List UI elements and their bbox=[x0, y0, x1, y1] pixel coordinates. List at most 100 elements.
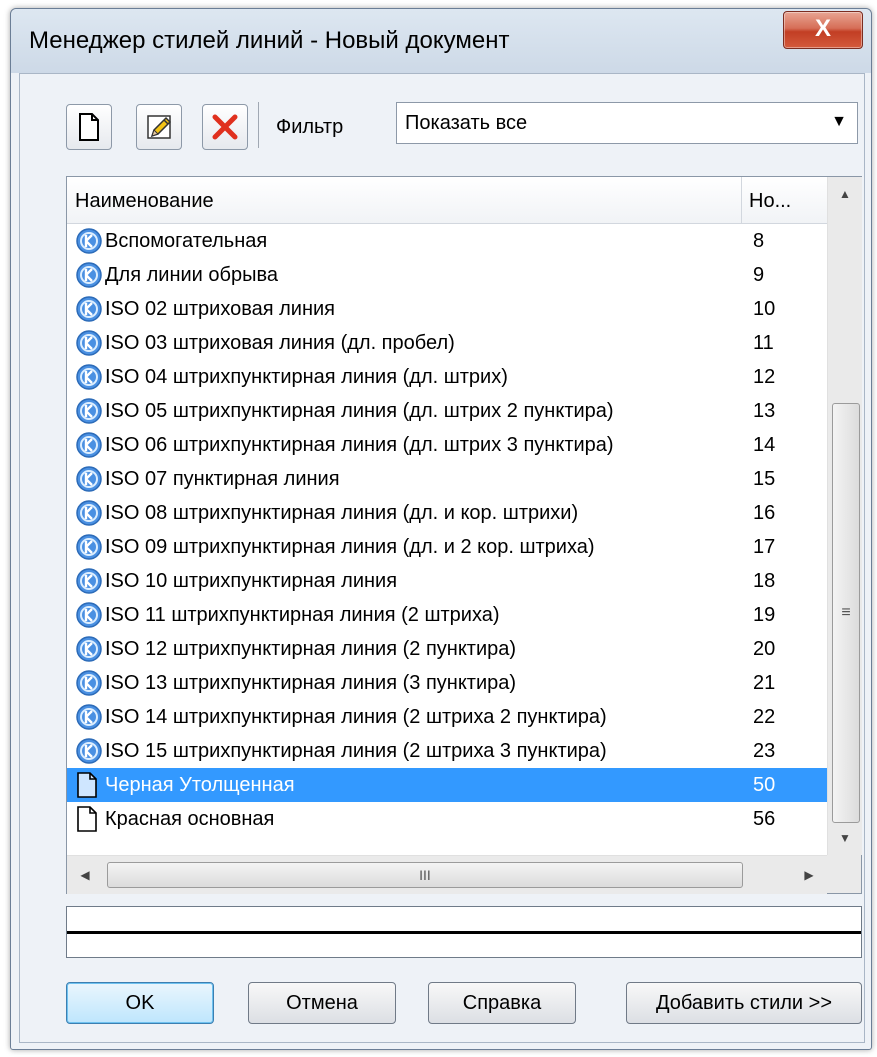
scroll-right-icon[interactable]: ▶ bbox=[791, 856, 827, 894]
delete-style-button[interactable] bbox=[202, 104, 248, 150]
toolbar-separator bbox=[258, 102, 259, 148]
list-item[interactable]: ISO 08 штрихпунктирная линия (дл. и кор.… bbox=[67, 496, 827, 530]
window-title: Менеджер стилей линий - Новый документ bbox=[29, 27, 510, 54]
line-style-manager-dialog: Менеджер стилей линий - Новый документ X bbox=[10, 8, 872, 1050]
list-item-name: ISO 10 штрихпунктирная линия bbox=[105, 570, 398, 592]
list-item-number: 18 bbox=[753, 570, 776, 592]
list-item[interactable]: Для линии обрыва 9 bbox=[67, 258, 827, 292]
vertical-scrollbar[interactable]: ▲ ≡ ▼ bbox=[827, 177, 862, 855]
list-item-name: ISO 14 штрихпунктирная линия (2 штриха 2… bbox=[105, 706, 607, 728]
scroll-grip-icon: III bbox=[419, 867, 431, 883]
scroll-down-icon[interactable]: ▼ bbox=[828, 821, 862, 855]
list-item-number: 22 bbox=[753, 706, 776, 728]
kompas-style-icon bbox=[75, 601, 103, 629]
list-rows: Вспомогательная 8 Для линии обрыва 9 ISO 02 … bbox=[67, 224, 827, 836]
line-styles-list[interactable]: Наименование Но... Вспомогательная 8 Для л… bbox=[66, 176, 862, 894]
column-header-number-label: Но... bbox=[749, 190, 792, 212]
list-item-name: ISO 02 штриховая линия bbox=[105, 298, 336, 320]
close-button[interactable]: X bbox=[783, 11, 863, 49]
kompas-style-icon bbox=[75, 431, 103, 459]
kompas-style-icon bbox=[75, 261, 103, 289]
column-header-number[interactable]: Но... bbox=[741, 177, 827, 223]
kompas-style-icon bbox=[75, 465, 103, 493]
list-item[interactable]: Черная Утолщенная 50 bbox=[67, 768, 827, 802]
list-item-name: ISO 06 штрихпунктирная линия (дл. штрих … bbox=[105, 434, 614, 456]
help-button[interactable]: Справка bbox=[428, 982, 576, 1024]
horizontal-scroll-thumb[interactable]: III bbox=[107, 862, 743, 888]
new-document-icon bbox=[79, 113, 99, 141]
list-item-name: Для линии обрыва bbox=[105, 264, 278, 286]
column-header-name[interactable]: Наименование bbox=[67, 177, 742, 223]
list-item[interactable]: Вспомогательная 8 bbox=[67, 224, 827, 258]
list-item[interactable]: ISO 11 штрихпунктирная линия (2 штриха) 1… bbox=[67, 598, 827, 632]
dropdown-arrow-icon[interactable]: ▼ bbox=[831, 113, 847, 131]
list-item[interactable]: ISO 09 штрихпунктирная линия (дл. и 2 ко… bbox=[67, 530, 827, 564]
list-item-number: 12 bbox=[753, 366, 776, 388]
list-item-number: 50 bbox=[753, 774, 776, 796]
list-item[interactable]: ISO 15 штрихпунктирная линия (2 штриха 3… bbox=[67, 734, 827, 768]
list-item[interactable]: ISO 07 пунктирная линия 15 bbox=[67, 462, 827, 496]
list-item-number: 17 bbox=[753, 536, 776, 558]
list-item[interactable]: ISO 02 штриховая линия 10 bbox=[67, 292, 827, 326]
preview-line bbox=[67, 931, 861, 934]
add-styles-button[interactable]: Добавить стили >> bbox=[626, 982, 862, 1024]
document-icon bbox=[75, 771, 103, 799]
scroll-up-icon[interactable]: ▲ bbox=[828, 177, 862, 211]
vertical-scroll-thumb[interactable]: ≡ bbox=[832, 403, 860, 823]
list-item-number: 14 bbox=[753, 434, 776, 456]
cancel-button[interactable]: Отмена bbox=[248, 982, 396, 1024]
kompas-style-icon bbox=[75, 397, 103, 425]
kompas-style-icon bbox=[75, 295, 103, 323]
filter-dropdown-value: Показать все bbox=[405, 112, 528, 134]
kompas-style-icon bbox=[75, 499, 103, 527]
list-item-number: 11 bbox=[753, 332, 774, 354]
dialog-client-area: Фильтр Показать все ▼ Наименование Но...… bbox=[19, 73, 865, 1043]
list-item-name: ISO 08 штрихпунктирная линия (дл. и кор.… bbox=[105, 502, 579, 524]
list-item-name: Красная основная bbox=[105, 808, 275, 830]
list-item-number: 13 bbox=[753, 400, 776, 422]
list-item-number: 19 bbox=[753, 604, 776, 626]
list-item[interactable]: Красная основная 56 bbox=[67, 802, 827, 836]
list-item-number: 10 bbox=[753, 298, 776, 320]
list-item[interactable]: ISO 06 штрихпунктирная линия (дл. штрих … bbox=[67, 428, 827, 462]
scroll-left-icon[interactable]: ◀ bbox=[67, 856, 103, 894]
list-item-number: 23 bbox=[753, 740, 776, 762]
list-item-number: 8 bbox=[753, 230, 765, 252]
kompas-style-icon bbox=[75, 703, 103, 731]
list-item-name: ISO 13 штрихпунктирная линия (3 пунктира… bbox=[105, 672, 517, 694]
list-item-name: ISO 12 штрихпунктирная линия (2 пунктира… bbox=[105, 638, 517, 660]
list-item-number: 21 bbox=[753, 672, 776, 694]
title-bar[interactable]: Менеджер стилей линий - Новый документ X bbox=[11, 9, 871, 73]
list-item-name: Черная Утолщенная bbox=[105, 774, 295, 796]
list-item[interactable]: ISO 13 штрихпунктирная линия (3 пунктира… bbox=[67, 666, 827, 700]
list-item[interactable]: ISO 14 штрихпунктирная линия (2 штриха 2… bbox=[67, 700, 827, 734]
list-item[interactable]: ISO 05 штрихпунктирная линия (дл. штрих … bbox=[67, 394, 827, 428]
kompas-style-icon bbox=[75, 363, 103, 391]
kompas-style-icon bbox=[75, 669, 103, 697]
document-icon bbox=[75, 805, 103, 833]
list-item[interactable]: ISO 04 штрихпунктирная линия (дл. штрих)… bbox=[67, 360, 827, 394]
ok-button[interactable]: OK bbox=[66, 982, 214, 1024]
delete-x-icon bbox=[212, 114, 238, 140]
list-item-number: 9 bbox=[753, 264, 765, 286]
list-item-number: 20 bbox=[753, 638, 776, 660]
line-style-preview bbox=[66, 906, 862, 958]
scroll-grip-icon: ≡ bbox=[841, 604, 851, 621]
list-item-number: 56 bbox=[753, 808, 776, 830]
kompas-style-icon bbox=[75, 567, 103, 595]
list-header: Наименование Но... bbox=[67, 177, 827, 224]
filter-dropdown[interactable]: Показать все ▼ bbox=[396, 102, 858, 144]
kompas-style-icon bbox=[75, 737, 103, 765]
scrollbar-corner bbox=[827, 855, 861, 893]
filter-label: Фильтр bbox=[276, 116, 344, 138]
list-item[interactable]: ISO 10 штрихпунктирная линия 18 bbox=[67, 564, 827, 598]
list-item-name: Вспомогательная bbox=[105, 230, 268, 252]
new-style-button[interactable] bbox=[66, 104, 112, 150]
list-item[interactable]: ISO 03 штриховая линия (дл. пробел) 11 bbox=[67, 326, 827, 360]
horizontal-scrollbar[interactable]: ◀ III ▶ bbox=[67, 855, 827, 894]
list-item-name: ISO 04 штрихпунктирная линия (дл. штрих) bbox=[105, 366, 508, 388]
list-item[interactable]: ISO 12 штрихпунктирная линия (2 пунктира… bbox=[67, 632, 827, 666]
edit-style-button[interactable] bbox=[136, 104, 182, 150]
list-item-name: ISO 03 штриховая линия (дл. пробел) bbox=[105, 332, 455, 354]
list-item-name: ISO 07 пунктирная линия bbox=[105, 468, 340, 490]
